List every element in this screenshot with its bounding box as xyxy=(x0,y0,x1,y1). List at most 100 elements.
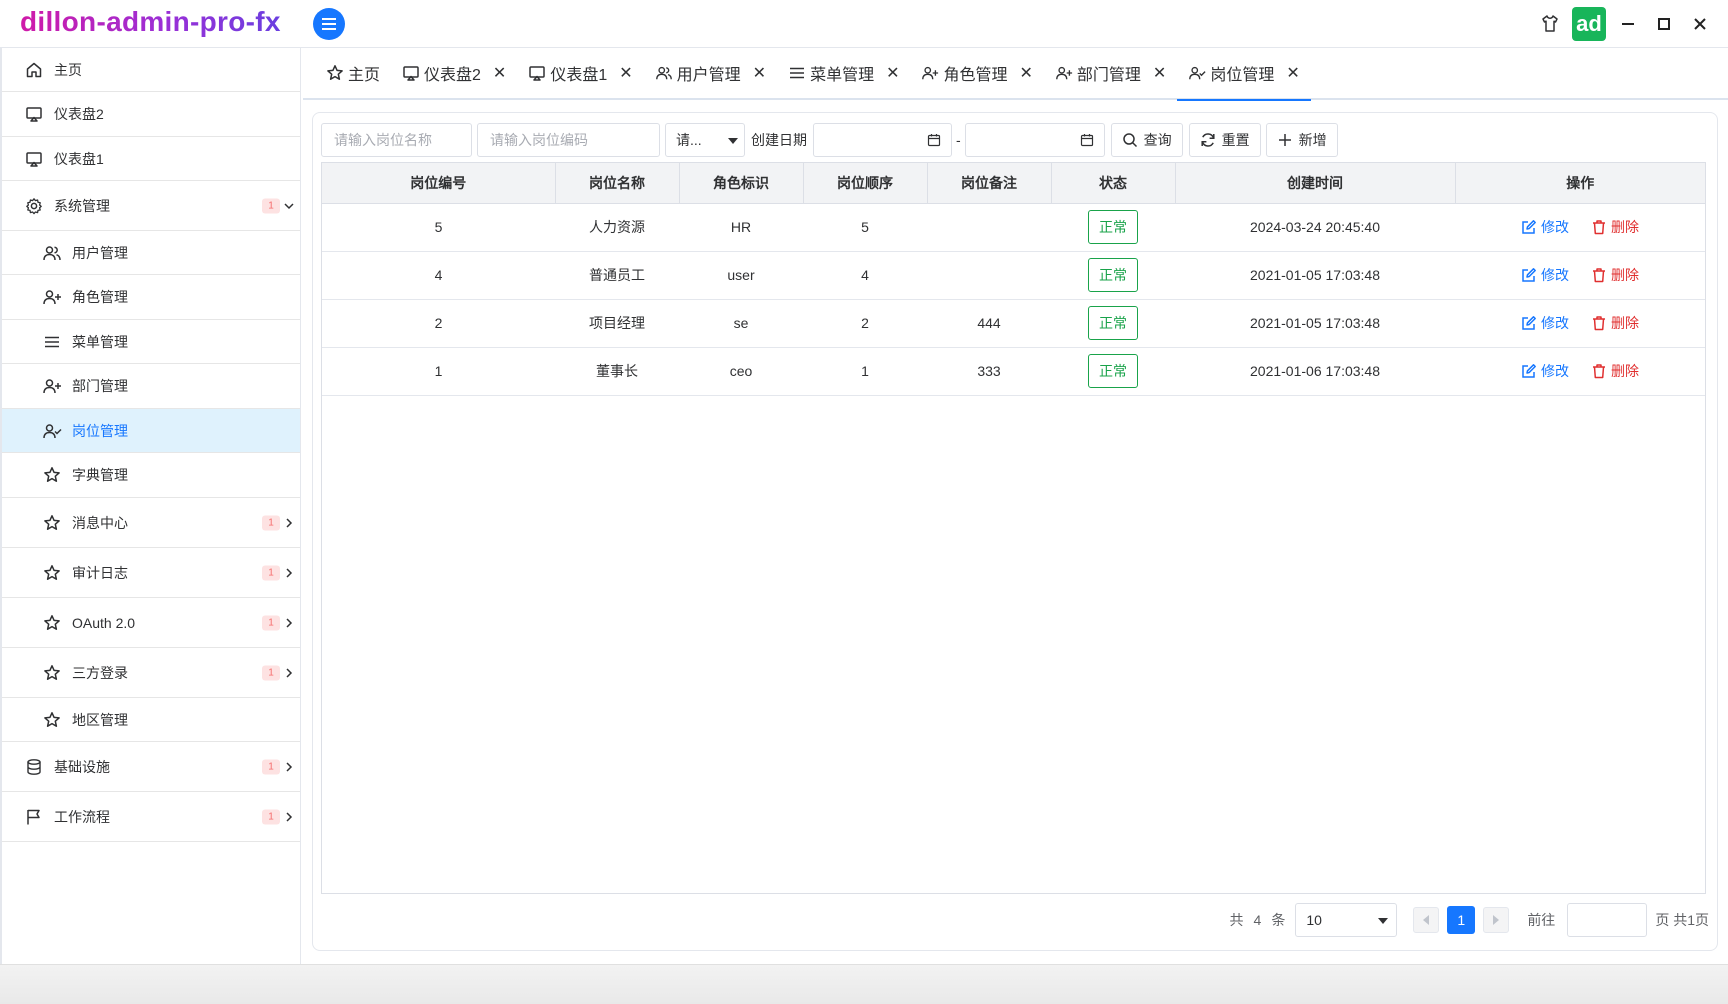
delete-button[interactable]: 删除 xyxy=(1591,361,1639,381)
column-header[interactable]: 操作 xyxy=(1455,163,1705,204)
delete-button[interactable]: 删除 xyxy=(1591,313,1639,333)
end-date-picker[interactable] xyxy=(964,123,1105,157)
tab-close-icon[interactable]: ✕ xyxy=(1153,63,1166,83)
add-button-label: 新增 xyxy=(1298,132,1327,148)
date-separator: - xyxy=(956,132,961,148)
cell-post-remark: 333 xyxy=(927,347,1051,396)
tab-close-icon[interactable]: ✕ xyxy=(753,63,766,83)
user-check-icon xyxy=(42,421,62,441)
tab-dashboard2[interactable]: 仪表盘2 ✕ xyxy=(391,47,517,99)
close-window-button[interactable] xyxy=(1682,8,1718,40)
column-header[interactable]: 岗位备注 xyxy=(927,163,1052,204)
cell-post-name: 董事长 xyxy=(555,347,679,396)
caret-down-icon xyxy=(728,138,738,144)
column-header[interactable]: 岗位名称 xyxy=(555,163,680,204)
sidebar-item-users[interactable]: 用户管理 xyxy=(2,231,300,275)
start-date-picker[interactable] xyxy=(813,123,952,157)
avatar[interactable]: ad xyxy=(1572,7,1606,41)
sidebar-item-dictionary[interactable]: 字典管理 xyxy=(2,453,300,498)
tab-close-icon[interactable]: ✕ xyxy=(1286,63,1299,83)
table-row[interactable]: 2 项目经理 se 2 444 正常 2021-01-05 17:03:48 修… xyxy=(322,299,1705,348)
column-header[interactable]: 角色标识 xyxy=(679,163,804,204)
tab-close-icon[interactable]: ✕ xyxy=(1020,63,1033,83)
edit-button[interactable]: 修改 xyxy=(1521,313,1569,333)
edit-button[interactable]: 修改 xyxy=(1521,217,1569,237)
menu-toggle-button[interactable] xyxy=(313,8,345,40)
tab-close-icon[interactable]: ✕ xyxy=(619,63,632,83)
sidebar-item-audit-log[interactable]: 审计日志 1 xyxy=(2,548,300,598)
sidebar-item-workflow[interactable]: 工作流程 1 xyxy=(2,792,300,842)
tab-home[interactable]: 主页 xyxy=(315,47,391,99)
sidebar-item-infrastructure[interactable]: 基础设施 1 xyxy=(2,742,300,792)
tab-users[interactable]: 用户管理 ✕ xyxy=(644,47,777,99)
table-header-row: 岗位编号 岗位名称 角色标识 岗位顺序 岗位备注 状态 创建时间 操作 xyxy=(322,163,1705,204)
sidebar-item-posts[interactable]: 岗位管理 xyxy=(2,409,300,453)
sidebar-item-home[interactable]: 主页 xyxy=(2,48,300,92)
table-row[interactable]: 5 人力资源 HR 5 正常 2024-03-24 20:45:40 修改 删除 xyxy=(322,203,1705,252)
refresh-icon xyxy=(1200,132,1216,148)
tab-close-icon[interactable]: ✕ xyxy=(493,63,506,83)
column-header[interactable]: 创建时间 xyxy=(1175,163,1456,204)
prev-page-button[interactable] xyxy=(1413,907,1440,933)
table-row[interactable]: 1 董事长 ceo 1 333 正常 2021-01-06 17:03:48 修… xyxy=(322,347,1705,396)
hamburger-icon xyxy=(322,18,336,30)
tab-dashboard1[interactable]: 仪表盘1 ✕ xyxy=(517,47,643,99)
table-row[interactable]: 4 普通员工 user 4 正常 2021-01-05 17:03:48 修改 xyxy=(322,251,1705,300)
tab-close-icon[interactable]: ✕ xyxy=(886,63,899,83)
sidebar-item-label: OAuth 2.0 xyxy=(72,614,136,631)
sidebar-item-region[interactable]: 地区管理 xyxy=(2,698,300,742)
pagination: 共 4 条 10 1 前往 页 共1页 xyxy=(1230,903,1709,937)
edit-button[interactable]: 修改 xyxy=(1521,265,1569,285)
sidebar-item-third-party-login[interactable]: 三方登录 1 xyxy=(2,648,300,698)
column-header[interactable]: 状态 xyxy=(1051,163,1176,204)
post-code-input[interactable] xyxy=(477,123,660,157)
theme-skin-button[interactable] xyxy=(1532,8,1568,40)
users-icon xyxy=(42,243,62,263)
page-size-select[interactable]: 10 xyxy=(1295,903,1398,937)
goto-label: 前往 xyxy=(1527,912,1556,928)
sidebar-item-dashboard1[interactable]: 仪表盘1 xyxy=(2,137,300,181)
cell-status: 正常 xyxy=(1051,299,1175,348)
cell-actions: 修改 删除 xyxy=(1455,251,1705,300)
delete-label: 删除 xyxy=(1611,219,1639,235)
chevron-down-icon xyxy=(282,199,296,213)
sidebar-item-roles[interactable]: 角色管理 xyxy=(2,275,300,320)
cell-post-order: 2 xyxy=(803,299,927,348)
sidebar-item-menus[interactable]: 菜单管理 xyxy=(2,320,300,364)
edit-button[interactable]: 修改 xyxy=(1521,361,1569,381)
column-header[interactable]: 岗位编号 xyxy=(322,163,556,204)
tab-label: 岗位管理 xyxy=(1210,67,1275,84)
sidebar-item-label: 基础设施 xyxy=(54,758,110,775)
sidebar-item-label: 三方登录 xyxy=(72,664,128,681)
post-name-input[interactable] xyxy=(321,123,472,157)
tab-departments[interactable]: 部门管理 ✕ xyxy=(1044,47,1177,99)
minimize-button[interactable] xyxy=(1610,8,1646,40)
next-page-button[interactable] xyxy=(1483,907,1510,933)
tab-label: 部门管理 xyxy=(1076,67,1141,84)
caret-left-icon xyxy=(1423,915,1430,925)
tab-posts[interactable]: 岗位管理 ✕ xyxy=(1177,47,1312,101)
sidebar-item-system-management[interactable]: 系统管理 1 xyxy=(2,181,300,231)
page-number-button[interactable]: 1 xyxy=(1447,906,1476,934)
sidebar-item-message-center[interactable]: 消息中心 1 xyxy=(2,498,300,548)
sidebar-item-departments[interactable]: 部门管理 xyxy=(2,364,300,409)
total-suffix: 条 xyxy=(1271,912,1286,928)
sidebar-item-oauth[interactable]: OAuth 2.0 1 xyxy=(2,598,300,648)
cell-role-code: user xyxy=(679,251,803,300)
search-button-label: 查询 xyxy=(1143,132,1172,148)
reset-button[interactable]: 重置 xyxy=(1188,123,1261,157)
tab-menus[interactable]: 菜单管理 ✕ xyxy=(777,47,910,99)
delete-button[interactable]: 删除 xyxy=(1591,217,1639,237)
add-button[interactable]: 新增 xyxy=(1265,123,1338,157)
status-select[interactable]: 请... xyxy=(665,123,745,157)
tab-roles[interactable]: 角色管理 ✕ xyxy=(910,47,1043,99)
goto-page-input[interactable] xyxy=(1567,903,1648,937)
column-header[interactable]: 岗位顺序 xyxy=(803,163,928,204)
edit-icon xyxy=(1522,220,1536,234)
delete-label: 删除 xyxy=(1611,363,1639,379)
search-button[interactable]: 查询 xyxy=(1110,123,1183,157)
maximize-button[interactable] xyxy=(1646,8,1682,40)
delete-button[interactable]: 删除 xyxy=(1591,265,1639,285)
sidebar-item-dashboard2[interactable]: 仪表盘2 xyxy=(2,92,300,137)
database-icon xyxy=(24,757,44,777)
